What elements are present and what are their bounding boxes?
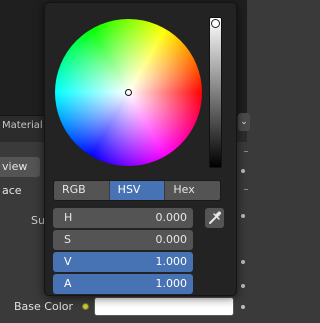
hue-value: 0.000 — [155, 211, 188, 224]
decorator-dot[interactable] — [241, 214, 245, 218]
decorator-dot[interactable] — [241, 284, 245, 288]
alpha-field[interactable]: A 1.000 — [53, 274, 193, 294]
alpha-value: 1.000 — [155, 277, 188, 290]
value-slider[interactable] — [209, 17, 222, 168]
wheel-cursor[interactable] — [125, 89, 132, 96]
value-label: V — [64, 255, 72, 268]
value-value: 1.000 — [155, 255, 188, 268]
color-mode-tabs: RGB HSV Hex — [53, 180, 221, 201]
hue-field[interactable]: H 0.000 — [53, 208, 193, 228]
decorator-dot[interactable] — [241, 169, 245, 173]
tab-hex[interactable]: Hex — [165, 181, 220, 200]
alpha-label: A — [64, 277, 72, 290]
divider — [244, 189, 248, 190]
base-color-swatch[interactable] — [94, 297, 234, 316]
divider — [244, 151, 248, 152]
eyedropper-icon — [209, 211, 222, 224]
ace-label: ace — [2, 184, 22, 197]
base-color-label: Base Color — [14, 300, 74, 313]
decorator-dot[interactable] — [241, 260, 245, 264]
hue-label: H — [64, 211, 73, 224]
value-slider-handle[interactable] — [211, 19, 220, 28]
tab-rgb[interactable]: RGB — [54, 181, 110, 200]
tab-hsv[interactable]: HSV — [109, 181, 166, 200]
color-picker-popup: RGB HSV Hex H 0.000 S 0.000 V 1.000 A 1.… — [44, 2, 237, 296]
socket-dot-icon[interactable] — [82, 303, 89, 310]
material-header-label: Material — [2, 120, 43, 131]
color-wheel[interactable] — [55, 19, 202, 166]
saturation-label: S — [64, 233, 71, 246]
view-button[interactable]: view — [0, 157, 40, 177]
hsv-fields: H 0.000 S 0.000 V 1.000 A 1.000 — [53, 208, 193, 296]
base-color-row: Base Color — [0, 295, 247, 319]
eyedropper-button[interactable] — [205, 208, 224, 228]
value-field[interactable]: V 1.000 — [53, 252, 193, 272]
saturation-field[interactable]: S 0.000 — [53, 230, 193, 250]
chevron-down-icon[interactable]: ⌄ — [238, 113, 250, 131]
saturation-value: 0.000 — [155, 233, 188, 246]
